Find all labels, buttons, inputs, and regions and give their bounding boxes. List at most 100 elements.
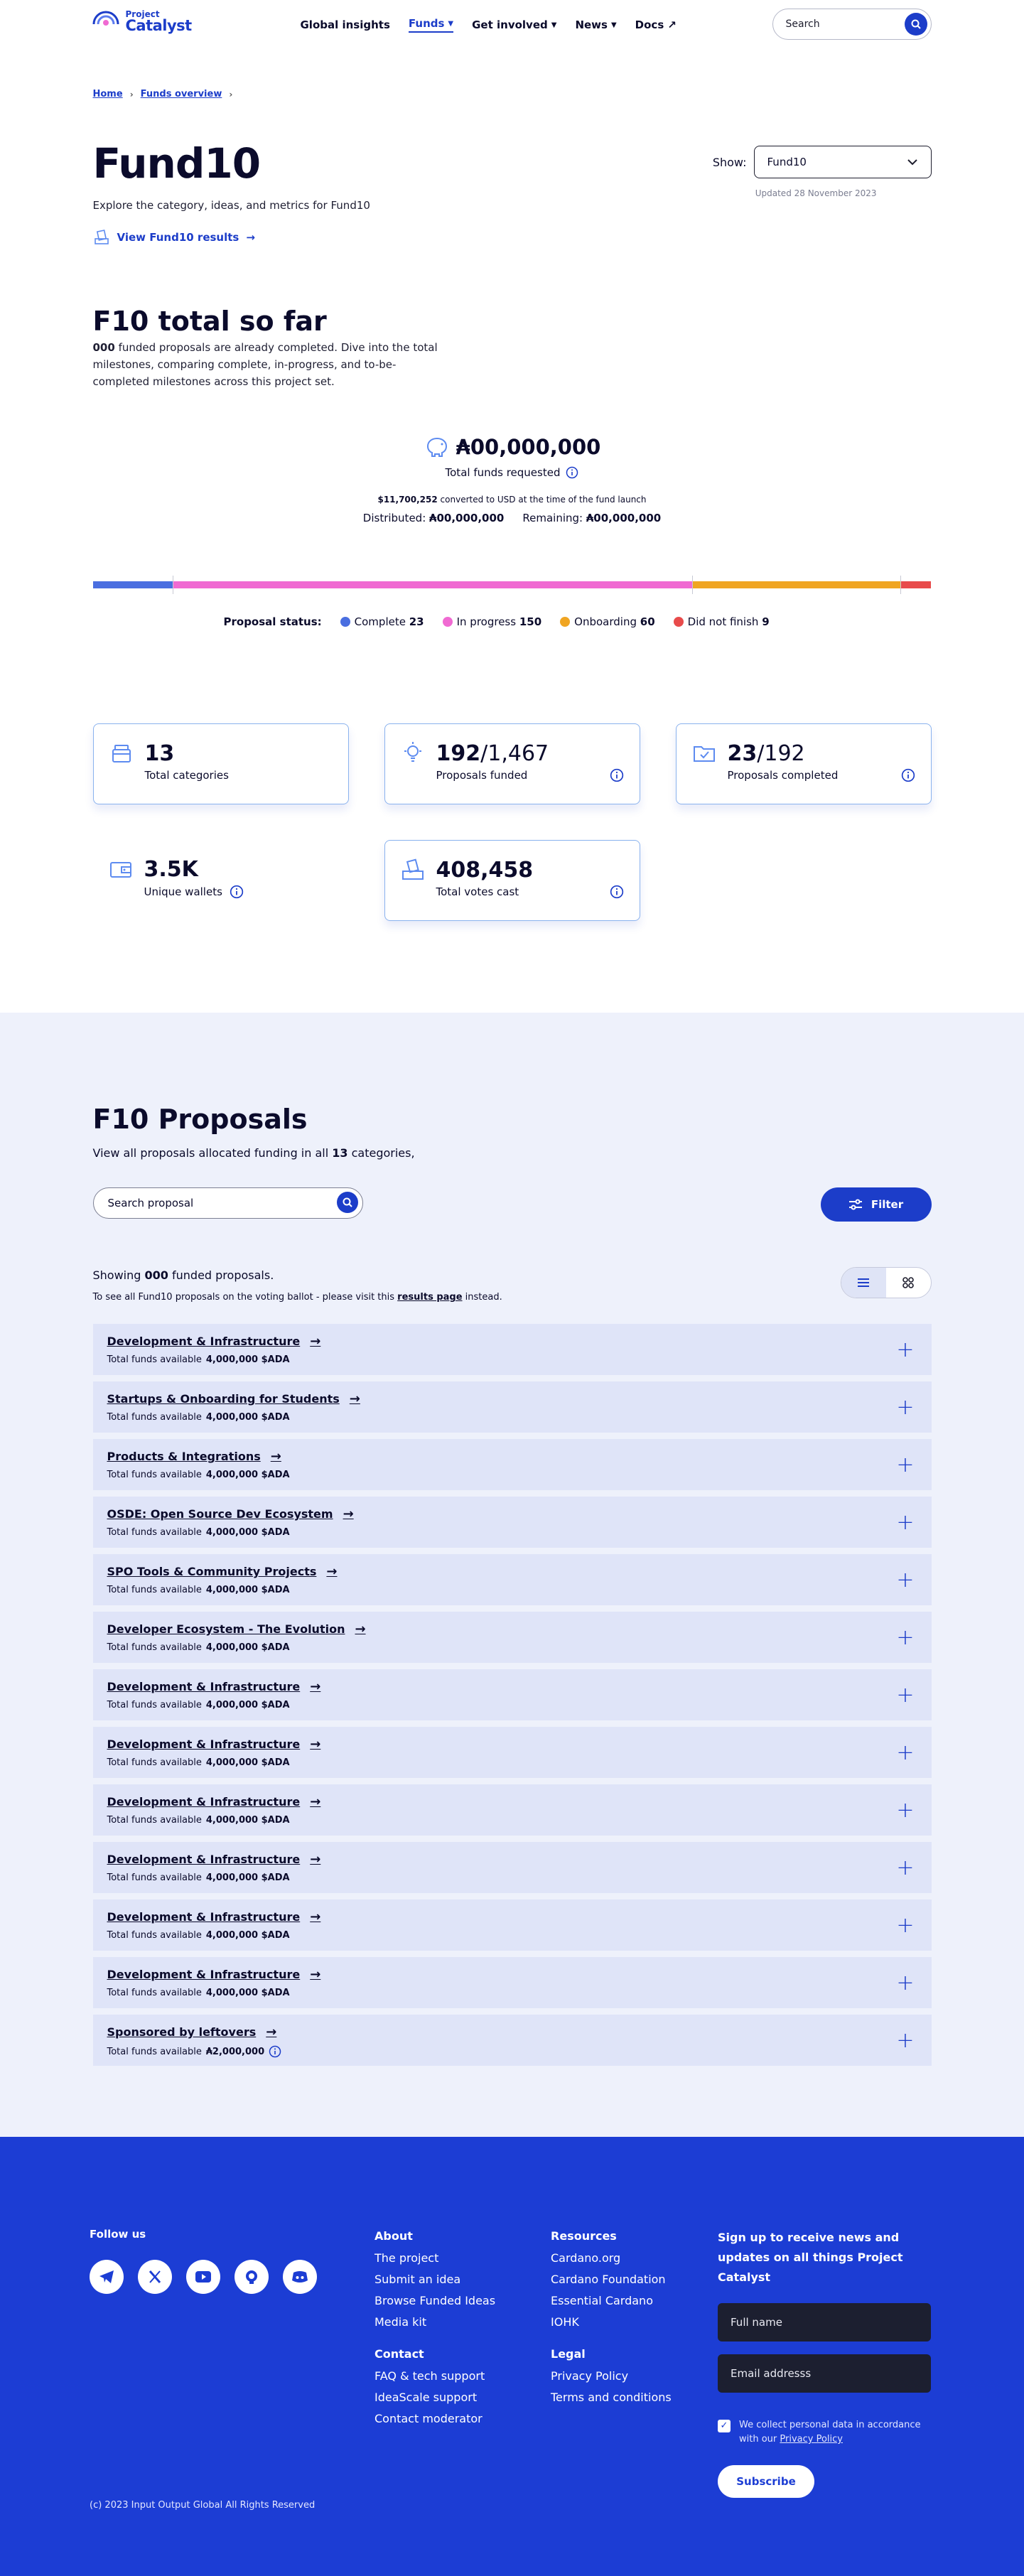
funds-label: Total funds available	[107, 2046, 202, 2057]
social-github[interactable]	[235, 2260, 269, 2294]
expand-plus-icon[interactable]: +	[896, 1455, 914, 1476]
expand-plus-icon[interactable]: +	[896, 1742, 914, 1764]
nav-docs[interactable]: Docs ↗	[635, 17, 677, 33]
showing-post: funded proposals.	[168, 1268, 274, 1282]
category-row[interactable]: Startups & Onboarding for Students → Total…	[92, 1381, 932, 1433]
expand-plus-icon[interactable]: +	[896, 1340, 914, 1361]
nav-news[interactable]: News ▼	[575, 17, 616, 33]
expand-plus-icon[interactable]: +	[896, 1973, 914, 1994]
breadcrumb-funds-overview[interactable]: Funds overview	[141, 89, 222, 99]
category-row[interactable]: Developer Ecosystem - The Evolution → Tota…	[92, 1612, 932, 1663]
category-row[interactable]: Development & Infrastructure → Total funds…	[92, 1899, 932, 1951]
nav-funds[interactable]: Funds ▼	[408, 17, 454, 33]
category-row[interactable]: Development & Infrastructure → Total funds…	[92, 1784, 932, 1836]
subscribe-button[interactable]: Subscribe	[718, 2465, 814, 2498]
footer-link[interactable]: Cardano Foundation	[551, 2273, 672, 2286]
footer-link[interactable]: Contact moderator	[374, 2412, 495, 2425]
full-name-input[interactable]: Full name	[718, 2303, 931, 2341]
expand-plus-icon[interactable]: +	[896, 1858, 914, 1879]
expand-plus-icon[interactable]: +	[896, 1627, 914, 1649]
site-header: Project Catalyst Global insights Funds ▼ …	[91, 0, 932, 50]
main-nav: Global insights Funds ▼ Get involved ▼ New…	[301, 17, 677, 33]
proposal-search-button[interactable]	[336, 1192, 358, 1213]
footer-link[interactable]: FAQ & tech support	[374, 2369, 495, 2383]
footer-link[interactable]: Browse Funded Ideas	[374, 2294, 495, 2307]
footer-link[interactable]: Terms and conditions	[551, 2391, 672, 2404]
category-row[interactable]: Development & Infrastructure → Total funds…	[92, 1669, 932, 1720]
category-link[interactable]: OSDE: Open Source Dev Ecosystem →	[107, 1507, 354, 1521]
footer-link[interactable]: Privacy Policy	[551, 2369, 672, 2383]
results-page-link[interactable]: results page	[397, 1292, 462, 1303]
category-row[interactable]: Products & Integrations → Total funds avai…	[92, 1439, 932, 1490]
status-count: 150	[519, 615, 542, 628]
stat-value-total: /1,467	[480, 741, 549, 766]
footer-heading: Legal	[551, 2347, 586, 2361]
showing-number: 000	[144, 1268, 168, 1282]
expand-plus-icon[interactable]: +	[896, 1915, 914, 1936]
category-row[interactable]: Development & Infrastructure → Total funds…	[92, 1324, 932, 1375]
category-name: Sponsored by leftovers	[107, 2025, 257, 2039]
category-row[interactable]: OSDE: Open Source Dev Ecosystem → Total fu…	[92, 1497, 932, 1548]
expand-plus-icon[interactable]: +	[896, 1800, 914, 1821]
footer-link[interactable]: The project	[374, 2251, 495, 2265]
social-discord[interactable]	[283, 2260, 317, 2294]
footer-link[interactable]: Essential Cardano	[551, 2294, 672, 2307]
arrow-right-icon: →	[355, 1622, 366, 1637]
info-icon[interactable]	[230, 885, 244, 899]
email-input[interactable]: Email addresss	[718, 2354, 931, 2393]
category-link[interactable]: Development & Infrastructure →	[107, 1679, 321, 1694]
category-link[interactable]: Development & Infrastructure →	[107, 1794, 321, 1809]
info-icon[interactable]	[901, 768, 915, 782]
category-link[interactable]: Development & Infrastructure →	[107, 1909, 321, 1924]
footer-link[interactable]: IdeaScale support	[374, 2391, 495, 2404]
filter-button[interactable]: Filter	[820, 1187, 932, 1222]
consent-checkbox[interactable]: ✓	[718, 2420, 731, 2432]
category-row[interactable]: Sponsored by leftovers → Total funds avail…	[92, 2015, 932, 2066]
footer-link[interactable]: Media kit	[374, 2315, 495, 2329]
info-icon[interactable]	[566, 466, 578, 479]
footer-link[interactable]: IOHK	[551, 2315, 672, 2329]
category-link[interactable]: Development & Infrastructure →	[107, 1967, 321, 1982]
expand-plus-icon[interactable]: +	[896, 1397, 914, 1418]
category-link[interactable]: Products & Integrations →	[107, 1449, 281, 1464]
category-link[interactable]: Development & Infrastructure →	[107, 1737, 321, 1752]
info-icon[interactable]	[269, 2045, 281, 2058]
category-link[interactable]: SPO Tools & Community Projects →	[107, 1564, 338, 1579]
expand-plus-icon[interactable]: +	[896, 2030, 914, 2052]
footer-link[interactable]: Submit an idea	[374, 2273, 495, 2286]
category-link[interactable]: Sponsored by leftovers →	[107, 2025, 277, 2039]
category-row[interactable]: Development & Infrastructure → Total funds…	[92, 1842, 932, 1893]
info-icon[interactable]	[610, 885, 624, 899]
category-row[interactable]: Development & Infrastructure → Total funds…	[92, 1957, 932, 2008]
header-search-input[interactable]: Search	[772, 9, 932, 40]
info-icon[interactable]	[610, 768, 624, 782]
category-link[interactable]: Development & Infrastructure →	[107, 1852, 321, 1867]
category-row[interactable]: Development & Infrastructure → Total funds…	[92, 1727, 932, 1778]
logo[interactable]: Project Catalyst	[91, 7, 192, 36]
privacy-policy-link[interactable]: Privacy Policy	[780, 2434, 843, 2445]
fund-select[interactable]: Fund10	[753, 146, 932, 178]
list-view-button[interactable]	[841, 1268, 886, 1298]
expand-plus-icon[interactable]: +	[896, 1512, 914, 1534]
expand-plus-icon[interactable]: +	[896, 1570, 914, 1591]
category-funds: Total funds available 4,000,000 $ADA	[107, 1642, 917, 1653]
proposal-search-input[interactable]: Search proposal	[92, 1187, 363, 1219]
search-button[interactable]	[904, 13, 927, 36]
nav-get-involved[interactable]: Get involved ▼	[472, 17, 556, 33]
social-youtube[interactable]	[186, 2260, 220, 2294]
category-row[interactable]: SPO Tools & Community Projects → Total fun…	[92, 1554, 932, 1605]
category-link[interactable]: Developer Ecosystem - The Evolution →	[107, 1622, 366, 1637]
breadcrumb-home[interactable]: Home	[93, 89, 123, 99]
distributed-label: Distributed:	[362, 512, 426, 524]
grid-view-button[interactable]	[886, 1268, 931, 1298]
status-legend-item: In progress 150	[442, 615, 542, 628]
nav-global-insights[interactable]: Global insights	[301, 17, 390, 33]
category-link[interactable]: Development & Infrastructure →	[107, 1334, 321, 1349]
category-link[interactable]: Startups & Onboarding for Students →	[107, 1391, 360, 1406]
expand-plus-icon[interactable]: +	[896, 1685, 914, 1706]
funds-label: Total funds available	[107, 1642, 202, 1653]
social-x[interactable]	[138, 2260, 172, 2294]
social-telegram[interactable]	[90, 2260, 124, 2294]
footer-link[interactable]: Cardano.org	[551, 2251, 672, 2265]
view-results-link[interactable]: View Fund10 results →	[93, 229, 255, 246]
